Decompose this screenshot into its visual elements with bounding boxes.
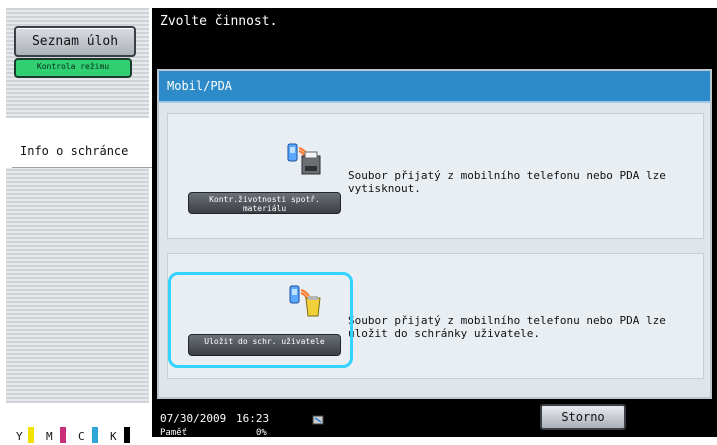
info-o-schrance-label: Info o schránce: [12, 138, 154, 168]
section1-description: Soubor přijatý z mobilního telefonu nebo…: [348, 169, 666, 195]
toner-c-bar: [92, 427, 98, 443]
footer-bar: 07/30/2009 16:23 Paměť 0% Storno: [152, 404, 717, 438]
header-bar: Zvolte činnost.: [152, 8, 717, 64]
seznam-uloh-button[interactable]: Seznam úloh: [14, 26, 136, 57]
toner-m-bar: [60, 427, 66, 443]
section2-description: Soubor přijatý z mobilního telefonu nebo…: [348, 314, 666, 340]
phone-print-icon: [286, 142, 326, 182]
toner-y-bar: [28, 427, 34, 443]
section-kontrola: Kontr.životnosti spotř. materiálu Soubor…: [167, 113, 704, 239]
toner-levels: Y M C K: [12, 403, 155, 445]
network-icon: [312, 411, 324, 425]
selection-highlight: [168, 272, 353, 368]
time-label: 16:23: [236, 412, 270, 425]
date-label: 07/30/2009: [160, 412, 227, 425]
toner-k-bar: [124, 427, 130, 443]
kontr-zivotnosti-button[interactable]: Kontr.životnosti spotř. materiálu: [188, 192, 341, 214]
left-column: Seznam úloh Kontrola režimu Info o schrá…: [6, 8, 155, 445]
mobil-pda-title: Mobil/PDA: [159, 71, 710, 103]
prompt-text: Zvolte činnost.: [160, 14, 278, 29]
left-stripe-bottom: [6, 168, 149, 403]
kontrola-rezimu-button[interactable]: Kontrola režimu: [14, 58, 132, 78]
storno-button[interactable]: Storno: [540, 404, 626, 430]
